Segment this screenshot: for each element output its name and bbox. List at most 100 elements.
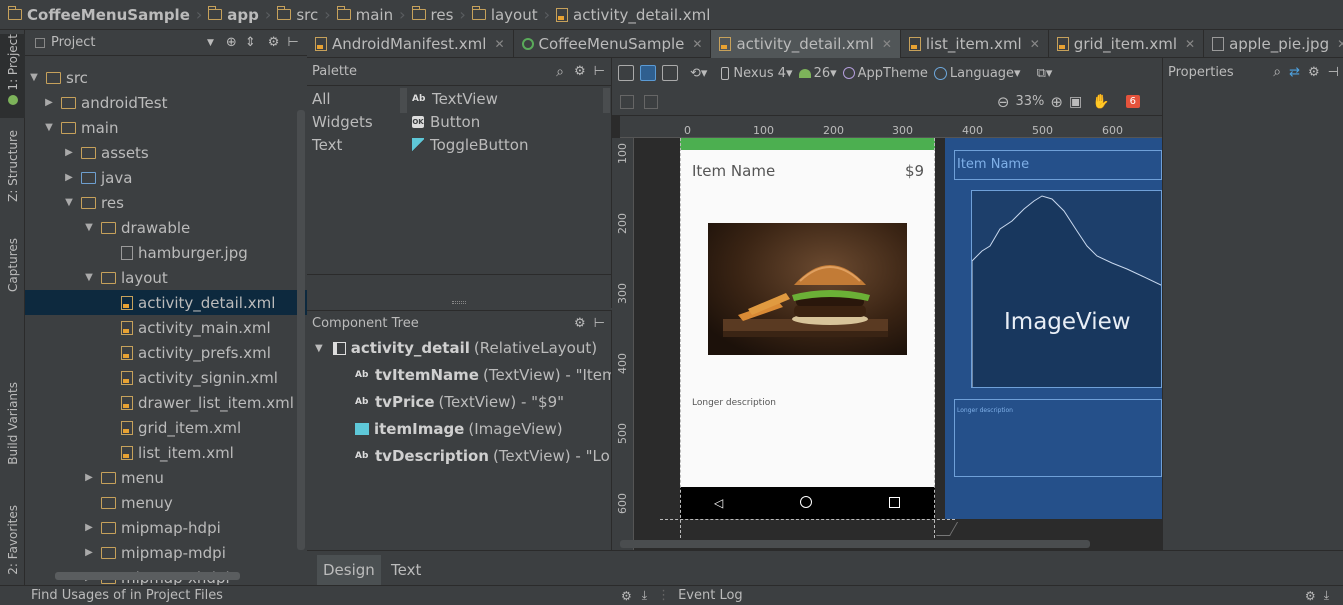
tree-row[interactable]: hamburger.jpg [25,240,307,265]
gear-icon[interactable]: ⚙ [621,589,632,603]
gear-icon[interactable]: ⚙ [1308,65,1320,80]
close-icon[interactable]: ✕ [494,37,504,51]
blueprint-item-name-box[interactable]: Item Name [954,150,1162,180]
zoom-to-fit-icon[interactable]: ▣ [1069,94,1082,110]
api-selector[interactable]: 26 ▾ [798,66,837,81]
tree-row[interactable]: ▼ layout [25,265,307,290]
blueprint-view-icon[interactable] [640,65,656,81]
tree-row[interactable]: activity_signin.xml [25,365,307,390]
tab-androidmanifest[interactable]: AndroidManifest.xml ✕ [307,29,514,58]
expand-icon[interactable]: ▼ [315,343,323,354]
tab-design[interactable]: Design [317,555,381,585]
hide-panel-icon[interactable]: ⊢ [594,316,605,331]
tab-coffeemenusample[interactable]: CoffeeMenuSample ✕ [514,29,712,58]
tree-row[interactable]: ▶ assets [25,140,307,165]
zoom-out-icon[interactable]: ⊖ [997,93,1010,111]
tree-row[interactable]: ▼ drawable [25,215,307,240]
tree-row-selected[interactable]: activity_detail.xml [25,290,307,315]
palette-category-widgets[interactable]: Widgets [312,113,373,131]
tool-tab-captures[interactable]: Captures [0,238,25,316]
layout-variants-button[interactable]: ⧉▾ [1037,66,1053,81]
project-view-selector[interactable]: Project [51,35,201,50]
tool-tab-structure[interactable]: Z: Structure [0,130,25,220]
palette-item-togglebutton[interactable]: ToggleButton [412,136,528,154]
preview-description[interactable]: Longer description [692,398,776,408]
theme-selector[interactable]: AppTheme [842,66,928,81]
tree-row[interactable]: ▼ src [25,65,307,90]
sync-icon[interactable]: ⊕ [226,35,237,50]
event-log-tab[interactable]: Event Log [678,588,1305,603]
component-root[interactable]: ▼ activity_detail (RelativeLayout) [315,339,597,357]
design-blueprint-view-icon[interactable] [662,65,678,81]
close-icon[interactable]: ✕ [692,37,702,51]
pan-up-icon[interactable] [644,94,658,109]
tree-row[interactable]: ▶ java [25,165,307,190]
search-icon[interactable]: ⌕ [1273,64,1281,80]
component-tvprice[interactable]: Ab tvPrice (TextView) - "$9" [355,393,564,411]
tree-row[interactable]: ▼ main [25,115,307,140]
palette-category-text[interactable]: Text [312,136,342,154]
design-view-icon[interactable] [618,65,634,81]
project-horizontal-scrollbar[interactable] [55,572,240,580]
tab-grid-item[interactable]: grid_item.xml ✕ [1049,29,1205,58]
close-icon[interactable]: ✕ [1030,37,1040,51]
breadcrumb-file[interactable]: activity_detail.xml [552,0,714,30]
breadcrumb-src[interactable]: src [273,0,322,30]
tree-row[interactable]: menuy [25,490,307,515]
search-icon[interactable]: ⌕ [556,64,564,80]
tree-row[interactable]: ▼ res [25,190,307,215]
tab-apple-pie[interactable]: apple_pie.jpg ✕ [1204,30,1343,58]
tab-text[interactable]: Text [385,555,427,585]
download-icon[interactable]: ⤓ [642,588,647,603]
tree-row[interactable]: activity_prefs.xml [25,340,307,365]
tree-row[interactable]: drawer_list_item.xml [25,390,307,415]
zoom-in-icon[interactable]: ⊕ [1050,93,1063,111]
blueprint-imageview-box[interactable]: ImageView [971,190,1162,388]
canvas-horizontal-scrollbar[interactable] [620,540,1090,548]
pan-hand-icon[interactable]: ✋ [1092,94,1109,110]
component-tvitemname[interactable]: Ab tvItemName(TextView) - "Item N [355,366,611,384]
language-selector[interactable]: Language ▾ [933,66,1021,81]
tab-activity-detail[interactable]: activity_detail.xml ✕ [711,29,901,58]
close-icon[interactable]: ✕ [1337,37,1343,51]
hide-panel-icon[interactable]: ⊣ [1328,65,1339,80]
hide-panel-icon[interactable]: ⊢ [594,64,605,79]
tool-tab-favorites[interactable]: 2: Favorites [0,505,25,585]
pan-left-icon[interactable] [620,94,634,109]
blueprint-description-box[interactable]: Longer description [954,399,1162,477]
palette-item-button[interactable]: OK Button [412,113,480,131]
close-icon[interactable]: ✕ [882,37,892,51]
gear-icon[interactable]: ⚙ [574,64,586,79]
palette-items-scrollbar[interactable] [603,88,610,113]
swap-icon[interactable]: ⇄ [1289,65,1300,80]
tree-row[interactable]: list_item.xml [25,440,307,465]
tree-row[interactable]: activity_main.xml [25,315,307,340]
preview-item-name[interactable]: Item Name [692,162,775,180]
close-icon[interactable]: ✕ [1185,37,1195,51]
blueprint-view[interactable]: Item Name ImageView Longer description [945,138,1162,519]
gear-icon[interactable]: ⚙ [574,316,586,331]
tool-tab-project[interactable]: 1: Project [0,34,25,118]
tree-row[interactable]: ▶ androidTest [25,90,307,115]
gear-icon[interactable]: ⚙ [1305,589,1316,603]
gear-icon[interactable]: ⚙ [268,35,280,50]
orientation-button[interactable]: ⟲▾ [690,66,707,81]
breadcrumb-layout[interactable]: layout [468,0,542,30]
component-itemimage[interactable]: itemImage (ImageView) [355,420,563,438]
palette-category-scrollbar[interactable] [400,88,407,113]
palette-item-textview[interactable]: Ab TextView [412,90,498,108]
component-tvdescription[interactable]: Ab tvDescription(TextView) - "Longe [355,447,611,465]
collapse-icon[interactable]: ⇕ [245,35,256,50]
tree-row[interactable]: ▶ mipmap-mdpi [25,540,307,565]
breadcrumb-app[interactable]: app [204,0,263,30]
project-scrollbar[interactable] [297,110,305,550]
breadcrumb-project[interactable]: CoffeeMenuSample [4,0,194,30]
warnings-badge[interactable]: 6 [1125,95,1140,108]
preview-price[interactable]: $9 [905,162,924,180]
download-icon[interactable]: ⤓ [1324,588,1329,603]
tool-tab-build-variants[interactable]: Build Variants [0,382,25,487]
tree-row[interactable]: ▶ mipmap-hdpi [25,515,307,540]
breadcrumb-main[interactable]: main [333,0,397,30]
device-selector[interactable]: Nexus 4 ▾ [721,66,793,81]
resize-handle[interactable] [452,301,466,304]
